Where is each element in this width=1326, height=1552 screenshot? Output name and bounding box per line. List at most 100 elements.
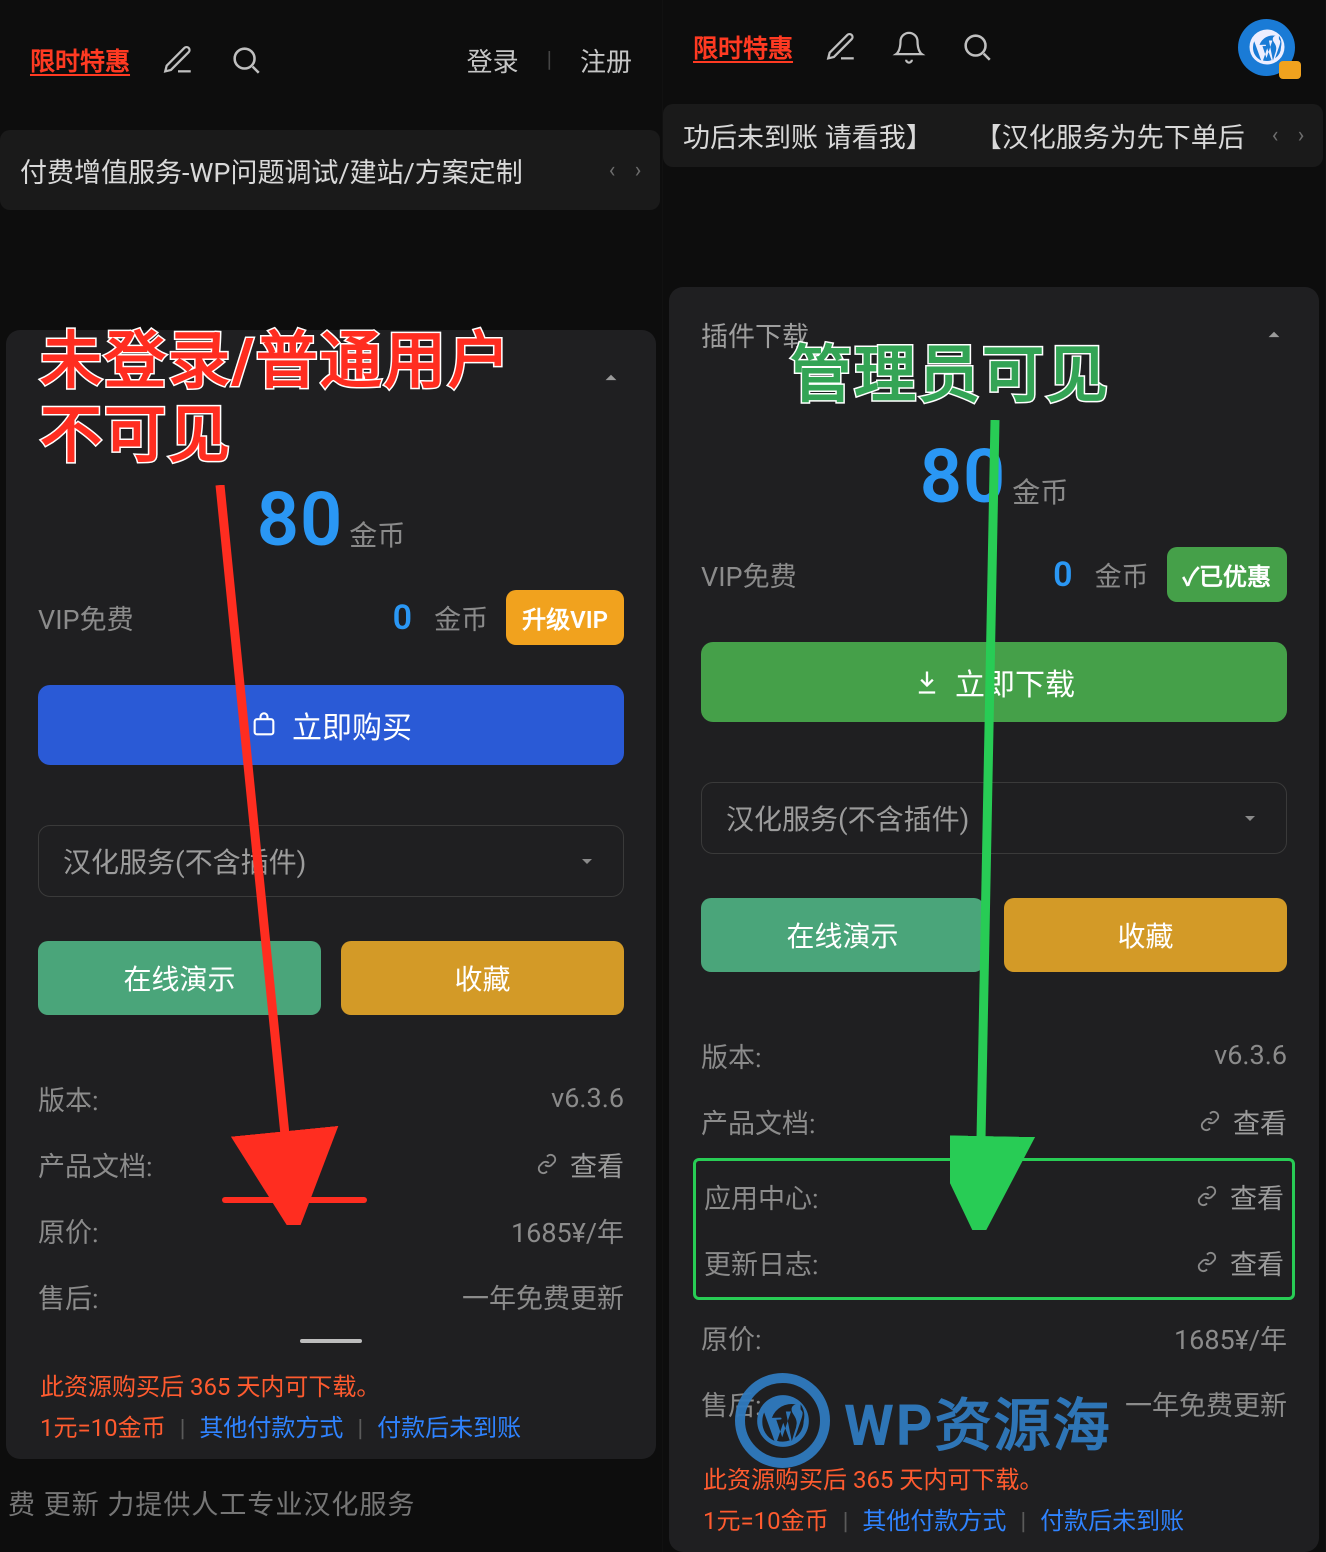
price-unit: 金币	[1012, 476, 1068, 509]
download-card-left: 插件下载 80金币 VIP免费 0 金币 升级VIP	[6, 330, 656, 1459]
meta-docs-label: 产品文档:	[38, 1145, 153, 1184]
ticker-text-1: 功后未到账 请看我】	[683, 116, 933, 155]
sale-link[interactable]: 限时特惠	[693, 29, 793, 65]
meta-changelog-link[interactable]: 查看	[1196, 1243, 1284, 1282]
news-ticker-right[interactable]: 功后未到账 请看我】 【汉化服务为先下单后 ‹ ›	[663, 104, 1323, 167]
cart-icon	[250, 711, 278, 739]
meta-orig-value: 1685¥/年	[511, 1211, 624, 1250]
preview-button[interactable]: 在线演示	[701, 898, 984, 972]
service-select-label: 汉化服务(不含插件)	[726, 798, 969, 838]
ticker-prev-icon[interactable]: ‹	[1263, 123, 1287, 148]
price-display: 80金币	[38, 477, 624, 564]
underline-red	[222, 1197, 367, 1203]
meta-support-value: 一年免费更新	[1125, 1384, 1287, 1423]
truncated-row: 费 更新 力提供人工专业汉化服务	[6, 1483, 656, 1522]
meta-appcenter-label: 应用中心:	[704, 1177, 819, 1216]
buy-now-label: 立即购买	[292, 703, 412, 747]
crown-icon	[1279, 61, 1301, 79]
meta-changelog-label: 更新日志:	[704, 1243, 819, 1282]
ticker-nav: ‹ ›	[1263, 104, 1313, 167]
vip-unit: 金币	[434, 598, 488, 637]
discount-badge: ✓已优惠	[1167, 547, 1287, 602]
drag-handle	[300, 1339, 362, 1343]
price-value: 80	[920, 434, 1007, 521]
ticker-prev-icon[interactable]: ‹	[600, 158, 624, 183]
vip-unit: 金币	[1095, 555, 1149, 594]
vip-price: 0	[1053, 555, 1072, 595]
ticker-text-2: 【汉化服务为先下单后	[975, 116, 1245, 155]
collapse-icon[interactable]	[1261, 322, 1287, 348]
service-select[interactable]: 汉化服务(不含插件)	[38, 825, 624, 897]
meta-support-label: 售后:	[38, 1277, 99, 1316]
price-unit: 金币	[349, 519, 405, 552]
other-payment-link[interactable]: 其他付款方式	[199, 1414, 343, 1442]
link-icon	[1196, 1185, 1218, 1207]
watermark-text: WP资源海	[844, 1380, 1112, 1462]
payment-not-received-link[interactable]: 付款后未到账	[377, 1414, 521, 1442]
buy-now-button[interactable]: 立即购买	[38, 685, 624, 765]
login-link[interactable]: 登录	[467, 42, 519, 79]
link-icon	[536, 1153, 558, 1175]
meta-version-label: 版本:	[701, 1036, 762, 1075]
meta-version-label: 版本:	[38, 1079, 99, 1118]
download-icon	[913, 668, 941, 696]
price-display: 80金币	[701, 434, 1287, 521]
preview-button[interactable]: 在线演示	[38, 941, 321, 1015]
download-card-right: 插件下载 80金币 VIP免费 0 金币 ✓已优惠	[669, 287, 1319, 1552]
favorite-button[interactable]: 收藏	[341, 941, 624, 1015]
price-value: 80	[257, 477, 344, 564]
meta-orig-label: 原价:	[701, 1318, 762, 1357]
meta-docs-link[interactable]: 查看	[1199, 1102, 1287, 1141]
search-icon[interactable]	[226, 40, 266, 80]
search-icon[interactable]	[957, 27, 997, 67]
payment-not-received-link[interactable]: 付款后未到账	[1040, 1507, 1184, 1535]
download-now-label: 立即下载	[955, 660, 1075, 704]
meta-appcenter-link[interactable]: 查看	[1196, 1177, 1284, 1216]
footer-rate: 1元=10金币	[40, 1414, 166, 1442]
ticker-next-icon[interactable]: ›	[626, 158, 650, 183]
service-select[interactable]: 汉化服务(不含插件)	[701, 782, 1287, 854]
footer-rate: 1元=10金币	[703, 1507, 829, 1535]
register-link[interactable]: 注册	[580, 42, 632, 79]
meta-orig-value: 1685¥/年	[1174, 1318, 1287, 1357]
meta-list-left: 版本: v6.3.6 产品文档: 查看 原价:	[38, 1065, 624, 1343]
ticker-next-icon[interactable]: ›	[1289, 123, 1313, 148]
right-pane: 限时特惠 功后未到账 请看我】 【汉化服务为先下单后 ‹ ›	[663, 0, 1326, 1552]
bell-icon[interactable]	[889, 27, 929, 67]
news-ticker-left[interactable]: 付费增值服务-WP问题调试/建站/方案定制 ‹ ›	[0, 130, 660, 210]
meta-version-value: v6.3.6	[1214, 1039, 1287, 1071]
watermark: WP资源海	[735, 1373, 1112, 1468]
edit-icon[interactable]	[821, 27, 861, 67]
footer-notes-left: 此资源购买后 365 天内可下载。 1元=10金币 | 其他付款方式 | 付款后…	[40, 1367, 622, 1449]
footer-notes-right: 此资源购买后 365 天内可下载。 1元=10金币 | 其他付款方式 | 付款后…	[703, 1460, 1285, 1542]
topbar-left: 限时特惠 登录 | 注册	[0, 0, 662, 120]
left-pane: 限时特惠 登录 | 注册 付费增值服务-WP问题调试/建站/方案定制 ‹ › 插…	[0, 0, 663, 1552]
vip-label: VIP免费	[701, 555, 797, 594]
other-payment-link[interactable]: 其他付款方式	[862, 1507, 1006, 1535]
topbar-right: 限时特惠	[663, 0, 1325, 94]
meta-docs-link[interactable]: 查看	[536, 1145, 624, 1184]
upgrade-vip-button[interactable]: 升级VIP	[506, 590, 624, 645]
collapse-icon[interactable]	[598, 365, 624, 391]
overlay-label-left: 未登录/普通用户 不可见	[40, 325, 512, 474]
meta-version-value: v6.3.6	[551, 1082, 624, 1114]
favorite-button[interactable]: 收藏	[1004, 898, 1287, 972]
meta-orig-label: 原价:	[38, 1211, 99, 1250]
link-icon	[1199, 1110, 1221, 1132]
admin-only-highlight: 应用中心: 查看 更新日志:	[693, 1158, 1295, 1300]
chevron-down-icon	[575, 849, 599, 873]
vip-price: 0	[393, 598, 412, 638]
ticker-text: 付费增值服务-WP问题调试/建站/方案定制	[20, 151, 523, 190]
edit-icon[interactable]	[158, 40, 198, 80]
service-select-label: 汉化服务(不含插件)	[63, 841, 306, 881]
vip-label: VIP免费	[38, 598, 134, 637]
sale-link[interactable]: 限时特惠	[30, 42, 130, 78]
overlay-label-right: 管理员可见	[790, 339, 1110, 413]
auth-divider: |	[547, 48, 552, 73]
link-icon	[1196, 1251, 1218, 1273]
footer-line1: 此资源购买后 365 天内可下载。	[40, 1373, 380, 1401]
download-now-button[interactable]: 立即下载	[701, 642, 1287, 722]
wordpress-icon	[735, 1373, 830, 1468]
ticker-nav: ‹ ›	[600, 130, 650, 210]
avatar[interactable]	[1238, 19, 1295, 76]
